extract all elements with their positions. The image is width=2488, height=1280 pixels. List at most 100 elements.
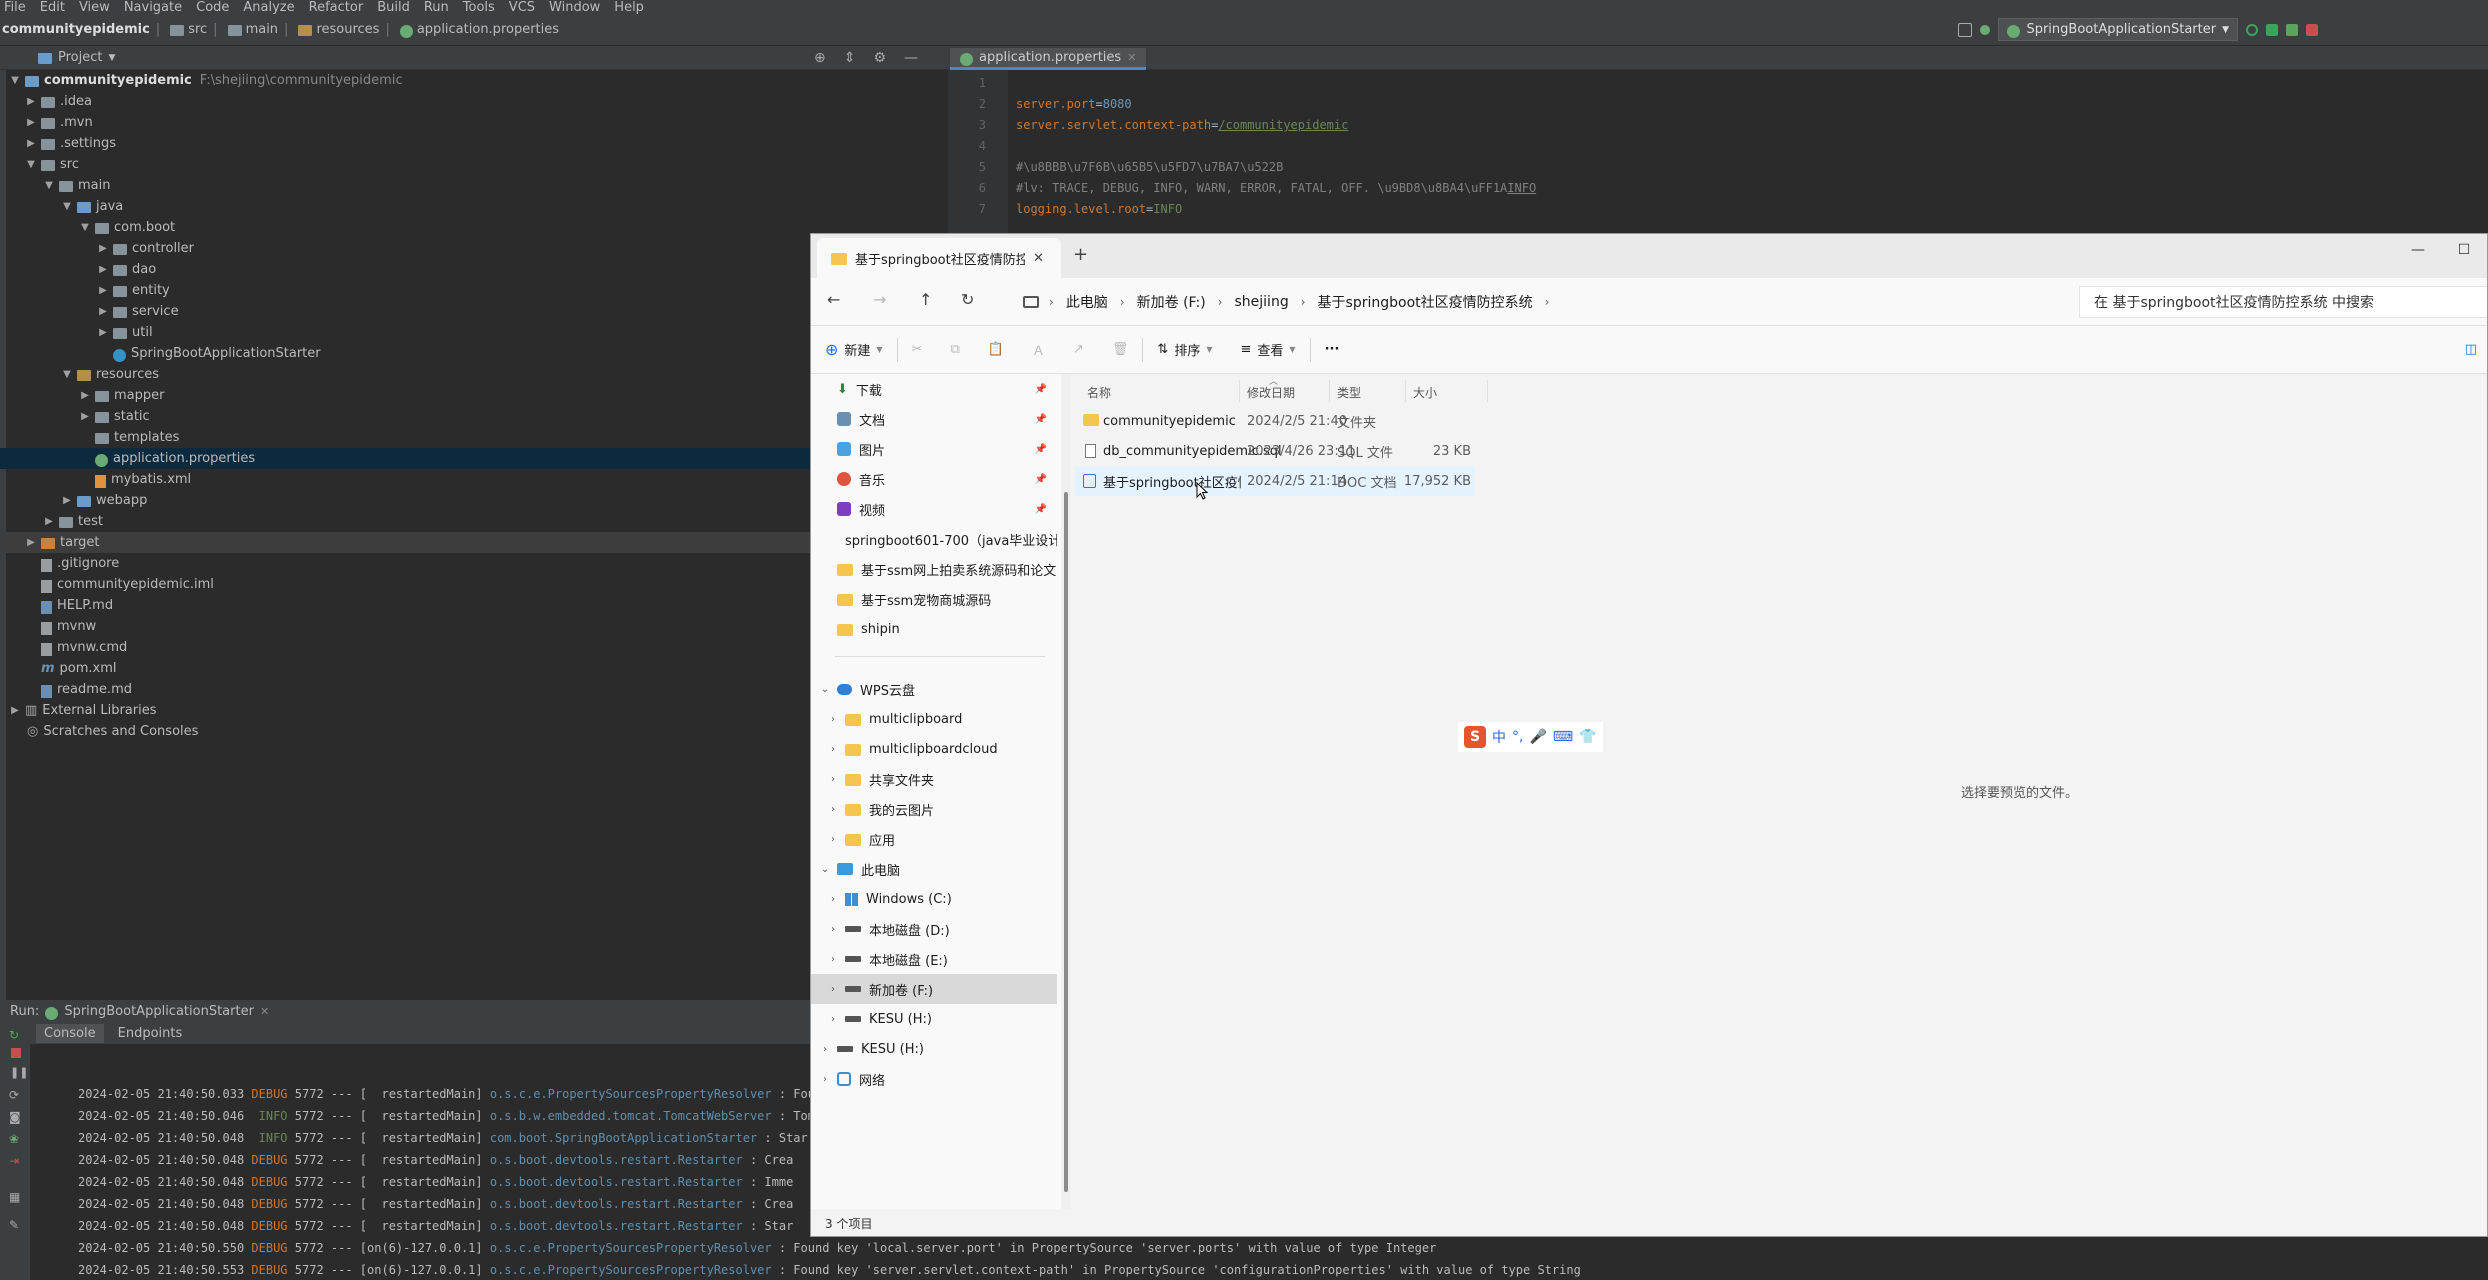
tree-item-util[interactable]: ▶ util — [0, 322, 948, 343]
tree-item-entity[interactable]: ▶ entity — [0, 280, 948, 301]
nav-item-drive-h[interactable]: › KESU (H:) — [811, 1004, 1057, 1034]
maximize-icon[interactable]: ☐ — [2441, 234, 2487, 266]
nav-item-wps-folder[interactable]: › multiclipboardcloud — [811, 734, 1057, 764]
menu-navigate[interactable]: Navigate — [124, 0, 182, 14]
scrollbar-thumb[interactable] — [1064, 492, 1068, 1192]
build-hammer-icon[interactable] — [1980, 24, 1991, 35]
tree-item-iml[interactable]: communityepidemic.iml — [0, 574, 948, 595]
nav-item-network[interactable]: › 网络 — [811, 1064, 1057, 1094]
rerun-icon[interactable] — [2246, 23, 2258, 36]
chevron-right-icon[interactable]: › — [815, 1074, 835, 1085]
nav-item-documents[interactable]: 文档 📌 — [811, 404, 1057, 434]
ime-mode[interactable]: 中 — [1492, 727, 1506, 747]
nav-item-wps-folder[interactable]: › 共享文件夹 — [811, 764, 1057, 794]
crumb-main[interactable]: main — [246, 22, 278, 37]
chevron-right-icon[interactable]: › — [823, 894, 843, 905]
chevron-right-icon[interactable]: › — [1545, 295, 1550, 309]
chevron-right-icon[interactable]: › — [823, 774, 843, 785]
project-panel-title[interactable]: Project — [58, 50, 102, 65]
view-button[interactable]: ≡ 查看 ▼ — [1226, 340, 1309, 359]
spring-icon[interactable]: ❀ — [9, 1132, 19, 1146]
column-date[interactable]: 修改日期 — [1247, 384, 1295, 401]
delete-icon[interactable]: 🗑 — [1098, 342, 1143, 357]
column-size[interactable]: 大小 — [1413, 384, 1437, 401]
tree-item-readme-md[interactable]: readme.md — [0, 679, 948, 700]
tree-item-mapper[interactable]: ▶ mapper — [0, 385, 948, 406]
nav-item-drive-d[interactable]: › 本地磁盘 (D:) — [811, 914, 1057, 944]
nav-item-drive-f[interactable]: › 新加卷 (F:) — [811, 974, 1057, 1004]
address-segment[interactable]: shejiing — [1223, 294, 1301, 310]
camera-icon[interactable]: ◙ — [9, 1110, 21, 1124]
tree-item-webapp[interactable]: ▶ webapp — [0, 490, 948, 511]
editor-tab-application-properties[interactable]: application.properties ✕ — [950, 48, 1147, 70]
chevron-right-icon[interactable]: › — [823, 804, 843, 815]
minimize-icon[interactable]: — — [2395, 234, 2441, 266]
crumb-file[interactable]: application.properties — [417, 22, 559, 37]
tree-item-root[interactable]: ▼ communityepidemic F:\shejiing\communitye… — [0, 70, 948, 91]
nav-scrollbar[interactable] — [1061, 374, 1071, 1224]
chevron-right-icon[interactable]: › — [823, 744, 843, 755]
menu-analyze[interactable]: Analyze — [243, 0, 294, 14]
address-segment[interactable]: 新加卷 (F:) — [1125, 292, 1218, 312]
chevron-right-icon[interactable]: › — [823, 1014, 843, 1025]
nav-item-wps-folder[interactable]: › 应用 — [811, 824, 1057, 854]
tab-endpoints[interactable]: Endpoints — [118, 1026, 183, 1041]
nav-item-wps-cloud[interactable]: ⌄ WPS云盘 — [811, 674, 1057, 704]
tree-item-external-libraries[interactable]: ▶ ▥ External Libraries — [0, 700, 948, 721]
nav-item-quick-folder[interactable]: springboot601-700（java毕业设计 — [811, 524, 1057, 554]
gear-icon[interactable]: ⚙ — [873, 50, 886, 66]
file-row[interactable]: db_communityepidemic.sql 2023/4/26 23:11… — [1075, 436, 1475, 466]
tree-item-resources[interactable]: ▼ resources — [0, 364, 948, 385]
tree-item-scratches[interactable]: ◎ Scratches and Consoles — [0, 721, 948, 742]
layout-icon[interactable]: ▦ — [9, 1190, 20, 1204]
file-row[interactable]: communityepidemic 2024/2/5 21:40 文件夹 — [1075, 406, 1475, 436]
crumb-project[interactable]: communityepidemic — [2, 22, 150, 37]
cut-icon[interactable]: ✂ — [898, 342, 937, 357]
address-bar[interactable]: › 此电脑 › 新加卷 (F:) › shejiing › 基于springbo… — [1011, 286, 2071, 318]
tree-item-main[interactable]: ▼ main — [0, 175, 948, 196]
tree-item-com-boot[interactable]: ▼ com.boot — [0, 217, 948, 238]
chevron-down-icon[interactable]: ⌄ — [815, 684, 835, 695]
details-pane-icon[interactable]: ◫ — [2465, 342, 2477, 357]
address-segment[interactable]: 此电脑 — [1054, 292, 1120, 312]
menu-file[interactable]: File — [4, 0, 26, 14]
share-icon[interactable]: ↗ — [1059, 342, 1098, 357]
tree-item-application-properties[interactable]: application.properties — [0, 448, 948, 469]
address-segment[interactable]: 基于springboot社区疫情防控系统 — [1306, 292, 1545, 312]
paste-icon[interactable]: 📋 — [974, 342, 1018, 357]
tree-item-mybatis-xml[interactable]: mybatis.xml — [0, 469, 948, 490]
close-tab-icon[interactable]: ✕ — [1127, 51, 1136, 64]
tree-item-src[interactable]: ▼ src — [0, 154, 948, 175]
forward-icon[interactable]: → — [873, 290, 886, 309]
chevron-right-icon[interactable]: › — [823, 834, 843, 845]
layout-icon[interactable] — [1958, 22, 1973, 37]
tree-item-mvn[interactable]: ▶ .mvn — [0, 112, 948, 133]
stop-icon[interactable] — [11, 1048, 21, 1058]
menu-refactor[interactable]: Refactor — [309, 0, 364, 14]
tree-item-starter-class[interactable]: SpringBootApplicationStarter — [0, 343, 948, 364]
menu-vcs[interactable]: VCS — [509, 0, 535, 14]
file-row[interactable]: 基于springboot社区疫情防控系统设计... 2024/2/5 21:14… — [1075, 466, 1475, 496]
sort-button[interactable]: ⇅ 排序 ▼ — [1143, 340, 1226, 359]
up-icon[interactable]: ↑ — [919, 290, 932, 309]
rerun-icon[interactable]: ↻ — [9, 1028, 19, 1042]
column-name[interactable]: 名称 — [1087, 384, 1111, 401]
nav-item-quick-folder[interactable]: 基于ssm宠物商城源码 — [811, 584, 1057, 614]
nav-item-pictures[interactable]: 图片 📌 — [811, 434, 1057, 464]
tree-item-templates[interactable]: templates — [0, 427, 948, 448]
chevron-down-icon[interactable]: ▼ — [108, 53, 115, 63]
nav-item-wps-folder[interactable]: › multiclipboard — [811, 704, 1057, 734]
search-input[interactable]: 在 基于springboot社区疫情防控系统 中搜索 — [2079, 286, 2487, 318]
nav-item-quick-folder[interactable]: 基于ssm网上拍卖系统源码和论文 — [811, 554, 1057, 584]
nav-item-quick-folder[interactable]: shipin — [811, 614, 1057, 644]
skin-icon[interactable]: 👕 — [1579, 729, 1596, 745]
tree-item-settings[interactable]: ▶ .settings — [0, 133, 948, 154]
tree-item-target[interactable]: ▶ target — [0, 532, 948, 553]
run-config-select[interactable]: SpringBootApplicationStarter ▼ — [1998, 18, 2238, 41]
nav-item-downloads[interactable]: ⬇ 下载 📌 — [811, 374, 1057, 404]
tree-item-mvnw-cmd[interactable]: mvnw.cmd — [0, 637, 948, 658]
coverage-icon[interactable] — [2286, 23, 2298, 36]
nav-item-drive-c[interactable]: › Windows (C:) — [811, 884, 1057, 914]
locate-icon[interactable]: ⊕ — [814, 50, 826, 66]
punctuation-icon[interactable]: °, — [1512, 729, 1523, 745]
